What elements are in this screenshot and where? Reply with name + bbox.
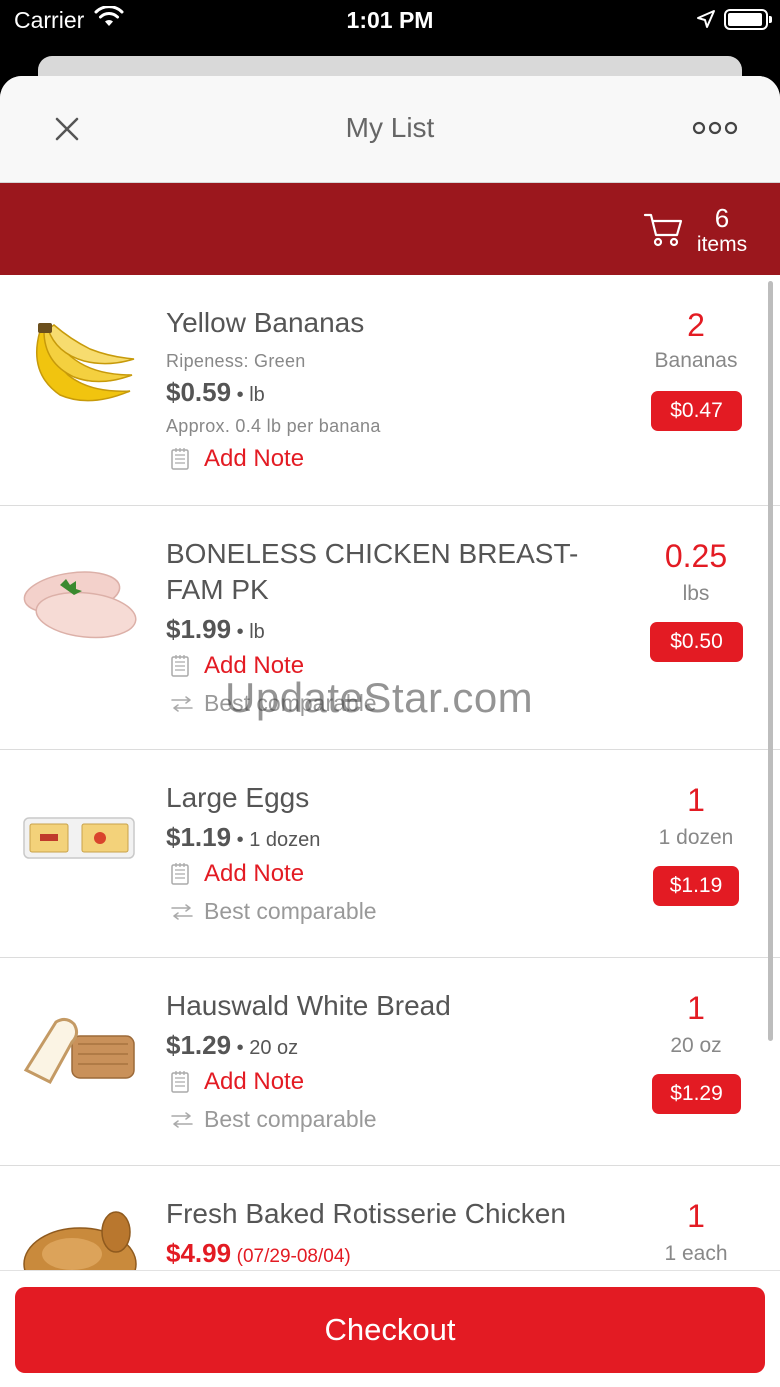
item-quantity-unit: Bananas <box>654 349 738 372</box>
price-separator: • <box>236 829 250 851</box>
price-separator: • <box>236 384 250 406</box>
item-quantity-unit: 1 each <box>664 1242 728 1265</box>
item-quantity[interactable]: 1 <box>640 782 752 819</box>
item-quantity[interactable]: 1 <box>640 990 752 1027</box>
item-price-unit: 1 dozen <box>249 829 321 851</box>
list-item[interactable]: Yellow Bananas Ripeness: Green $0.59 • l… <box>0 275 780 506</box>
chicken-breast-image <box>20 551 138 651</box>
item-price-unit: lb <box>249 384 265 406</box>
price-separator: • <box>236 621 250 643</box>
add-note-label: Add Note <box>204 445 305 472</box>
list-item[interactable]: Large Eggs $1.19 • 1 dozen Add Note Best… <box>0 750 780 958</box>
item-name: Fresh Baked Rotisserie Chicken <box>166 1198 566 1229</box>
item-name: Yellow Bananas <box>166 307 365 338</box>
item-name: BONELESS CHICKEN BREAST-FAM PK <box>166 538 579 605</box>
note-icon <box>170 447 190 476</box>
add-note-label: Add Note <box>204 1068 305 1095</box>
best-comparable-label: Best comparable <box>204 1106 377 1132</box>
my-list-sheet: My List 6 items Yellow Bananas Ripeness:… <box>0 76 780 1387</box>
item-total-badge[interactable]: $0.47 <box>651 391 742 431</box>
item-approx-weight: Approx. 0.4 lb per banana <box>166 416 381 436</box>
cart-icon[interactable] <box>643 211 683 254</box>
item-price-line: $1.19 • 1 dozen <box>166 822 320 853</box>
item-quantity[interactable]: 0.25 <box>640 538 752 575</box>
note-icon <box>170 862 190 891</box>
swap-icon <box>170 904 194 925</box>
cart-item-count: 6 <box>714 203 730 233</box>
more-options-icon[interactable] <box>690 116 740 140</box>
swap-icon <box>170 1112 194 1133</box>
item-sale-dates: (07/29-08/04) <box>236 1246 351 1267</box>
item-quantity[interactable]: 2 <box>640 307 752 344</box>
cart-items-label: items <box>696 233 748 256</box>
bread-image <box>20 1008 138 1108</box>
item-quantity-unit: 20 oz <box>670 1034 722 1057</box>
location-arrow-icon <box>696 9 716 34</box>
item-total-badge[interactable]: $1.29 <box>652 1074 741 1114</box>
battery-icon <box>724 9 772 30</box>
item-price: $1.29 <box>166 1030 232 1060</box>
item-quantity[interactable]: 1 <box>640 1198 752 1235</box>
swap-icon <box>170 696 194 717</box>
item-price-line: $0.59 • lb <box>166 377 265 408</box>
rotisserie-chicken-image <box>20 1206 138 1270</box>
item-price-line: $4.99 (07/29-08/04) <box>166 1238 351 1269</box>
list-item[interactable]: Hauswald White Bread $1.29 • 20 oz Add N… <box>0 958 780 1166</box>
checkout-button[interactable]: Checkout <box>15 1287 765 1373</box>
cart-summary-bar: 6 items <box>0 183 780 275</box>
page-title: My List <box>345 112 435 143</box>
item-price-unit: lb <box>249 621 265 643</box>
item-price: $1.19 <box>166 822 232 852</box>
item-price: $1.99 <box>166 614 232 644</box>
price-separator: • <box>236 1037 250 1059</box>
item-price: $0.59 <box>166 377 232 407</box>
list-item[interactable]: Fresh Baked Rotisserie Chicken $4.99 (07… <box>0 1166 780 1270</box>
item-total-badge[interactable]: $1.19 <box>653 866 739 906</box>
item-price-unit: 20 oz <box>249 1037 299 1059</box>
item-quantity-unit: lbs <box>682 582 710 605</box>
banana-image <box>20 313 138 413</box>
navigation-bar: My List <box>0 76 780 183</box>
scroll-indicator[interactable] <box>768 281 773 1041</box>
item-sale-price: $4.99 <box>166 1238 232 1268</box>
add-note-label: Add Note <box>204 860 305 887</box>
item-price-line: $1.99 • lb <box>166 614 265 645</box>
item-total-badge[interactable]: $0.50 <box>650 622 743 662</box>
item-name: Large Eggs <box>166 782 310 813</box>
watermark: UpdateStar.com <box>225 674 534 721</box>
item-attribute: Ripeness: Green <box>166 351 306 371</box>
best-comparable-label: Best comparable <box>204 898 377 924</box>
note-icon <box>170 654 190 683</box>
item-name: Hauswald White Bread <box>166 990 451 1021</box>
checkout-footer: Checkout <box>0 1270 780 1387</box>
note-icon <box>170 1070 190 1099</box>
egg-carton-image <box>20 786 138 886</box>
clock: 1:01 PM <box>346 7 434 33</box>
status-bar: Carrier 1:01 PM <box>0 0 780 40</box>
shopping-list: Yellow Bananas Ripeness: Green $0.59 • l… <box>0 275 780 1270</box>
item-price-line: $1.29 • 20 oz <box>166 1030 298 1061</box>
item-quantity-unit: 1 dozen <box>658 826 734 849</box>
